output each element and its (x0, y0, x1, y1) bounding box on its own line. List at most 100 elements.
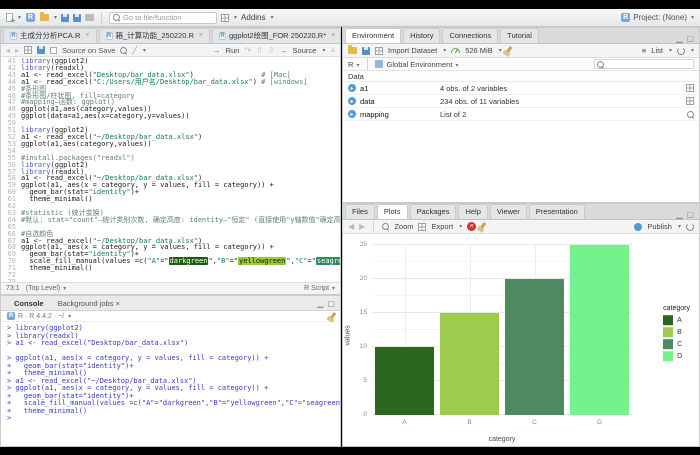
publish-caret-icon[interactable]: ▾ (678, 223, 681, 230)
scope-selector[interactable]: (Top Level) ▾ (26, 285, 67, 292)
clear-all-plots-icon[interactable] (479, 222, 487, 231)
print-icon[interactable] (85, 14, 94, 21)
panes-caret-icon[interactable]: ▾ (234, 14, 237, 21)
console-dir-caret-icon[interactable]: ▾ (68, 313, 71, 320)
minimize-icon[interactable]: ▁ (317, 299, 323, 308)
tab-console[interactable]: Console (7, 297, 51, 310)
memory-usage-label[interactable]: 526 MiB (465, 46, 493, 55)
export-caret-icon[interactable]: ▾ (459, 223, 462, 230)
zoom-plot-button[interactable]: Zoom (394, 222, 413, 231)
editor-tab[interactable]: Rggplot2绘图_FOR 250220.R*× (212, 28, 340, 43)
source-on-save-checkbox[interactable] (50, 47, 57, 54)
refresh-plot-icon[interactable] (686, 223, 694, 231)
table-view-icon[interactable] (686, 84, 694, 92)
pane-tab-help[interactable]: Help (458, 204, 487, 219)
refresh-caret-icon[interactable]: ▾ (691, 47, 694, 54)
new-project-icon[interactable]: R (26, 13, 35, 22)
workspace-panes-icon[interactable] (221, 14, 229, 22)
legend-label: D (677, 353, 682, 360)
file-type-selector[interactable]: R Script ▾ (304, 285, 335, 292)
new-file-caret-icon[interactable]: ▾ (18, 14, 21, 21)
run-button[interactable]: Run (226, 46, 240, 55)
goto-file-input[interactable]: Go to file/function (109, 12, 217, 24)
export-button[interactable]: Export (431, 222, 453, 231)
close-icon[interactable]: × (116, 299, 120, 308)
environment-search-input[interactable] (594, 59, 694, 69)
table-view-icon[interactable] (686, 97, 694, 105)
source-down-icon[interactable]: ⇩ (268, 46, 275, 55)
pane-tab-files[interactable]: Files (345, 204, 375, 219)
inspect-icon[interactable] (687, 111, 694, 118)
save-workspace-icon[interactable] (362, 47, 370, 55)
source-button[interactable]: Source (293, 46, 317, 55)
maximize-icon[interactable]: ▢ (686, 210, 694, 219)
y-tick-label: 0 (363, 411, 367, 418)
addins-menu[interactable]: Addins (241, 13, 265, 22)
refresh-icon[interactable] (677, 47, 685, 55)
project-menu[interactable]: R Project: (None) ▾ (621, 13, 694, 22)
object-icon: ▸ (348, 84, 356, 92)
close-icon[interactable]: × (199, 32, 203, 39)
previous-plot-icon[interactable]: ◀ (348, 222, 354, 231)
pane-tab-history[interactable]: History (403, 28, 440, 43)
maximize-icon[interactable]: ▢ (686, 34, 694, 43)
magic-wand-icon[interactable]: ╱ (132, 46, 137, 55)
open-file-caret-icon[interactable]: ▾ (54, 14, 57, 21)
tab-background-jobs[interactable]: Background jobs × (51, 297, 127, 310)
editor-tab[interactable]: R主成分分析PCA.R× (3, 28, 97, 43)
environment-object-row[interactable]: ▸a14 obs. of 2 variables (343, 82, 699, 95)
list-caret-icon[interactable]: ▾ (669, 47, 672, 54)
environment-object-row[interactable]: ▸data234 obs. of 11 variables (343, 95, 699, 108)
publish-button[interactable]: Publish (647, 222, 672, 231)
save-source-icon[interactable] (37, 46, 45, 54)
close-icon[interactable]: × (331, 32, 335, 39)
code-line: 61 theme_minimal() (1, 196, 340, 203)
clear-console-icon[interactable] (329, 311, 337, 320)
y-axis-title: values (345, 316, 352, 356)
minimize-icon[interactable]: ▁ (676, 34, 682, 43)
console-line: + theme_minimal() (7, 408, 340, 416)
back-icon[interactable]: ◂ (6, 46, 10, 55)
clear-environment-icon[interactable] (504, 46, 512, 55)
code-editor[interactable]: 41library(ggplot2)42library(readxl)43a1 … (1, 58, 340, 282)
tab-label: 箱_计算功能_250220.R (116, 30, 194, 41)
console-output[interactable]: > library(ggplot2)> library(readxl)> a1 … (1, 323, 340, 446)
editor-tab[interactable]: R箱_计算功能_250220.R× (99, 28, 210, 43)
rerun-icon[interactable]: ↷ (244, 46, 251, 55)
tab-label: Environment (352, 31, 394, 40)
minimize-icon[interactable]: ▁ (676, 210, 682, 219)
forward-icon[interactable]: ▸ (15, 46, 19, 55)
save-icon[interactable] (61, 14, 69, 22)
wand-caret-icon[interactable]: ▾ (143, 47, 146, 54)
next-plot-icon[interactable]: ▶ (359, 222, 365, 231)
pane-tab-tutorial[interactable]: Tutorial (500, 28, 539, 43)
memory-caret-icon[interactable]: ▾ (499, 47, 502, 54)
language-selector[interactable]: R ▾ (348, 60, 360, 69)
load-workspace-icon[interactable] (348, 47, 357, 54)
import-dataset-button[interactable]: Import Dataset (388, 46, 437, 55)
global-environment-dropdown[interactable]: Global Environment ▾ (387, 60, 459, 69)
source-up-icon[interactable]: ⇧ (256, 46, 263, 55)
new-file-icon[interactable] (6, 13, 13, 22)
pane-tab-connections[interactable]: Connections (442, 28, 498, 43)
source-caret-icon[interactable]: ▾ (322, 47, 325, 54)
y-tick-label: 10 (360, 343, 367, 350)
pane-tab-presentation[interactable]: Presentation (529, 204, 585, 219)
pane-tab-packages[interactable]: Packages (410, 204, 457, 219)
find-icon[interactable] (120, 47, 127, 54)
plots-toolbar-divider (373, 221, 374, 233)
pane-tab-environment[interactable]: Environment (345, 28, 401, 43)
import-caret-icon[interactable]: ▾ (443, 47, 446, 54)
pane-tab-viewer[interactable]: Viewer (490, 204, 527, 219)
remove-plot-button[interactable]: × (467, 222, 476, 231)
maximize-icon[interactable]: ▢ (327, 299, 335, 308)
environment-object-row[interactable]: ▸mappingList of 2 (343, 108, 699, 121)
addins-caret-icon[interactable]: ▾ (271, 14, 274, 21)
popout-icon[interactable] (24, 46, 32, 54)
outline-icon[interactable]: ≡ (330, 46, 335, 55)
list-view-dropdown[interactable]: List (651, 46, 663, 55)
pane-tab-plots[interactable]: Plots (377, 204, 408, 219)
close-icon[interactable]: × (85, 32, 89, 39)
open-file-icon[interactable] (40, 14, 49, 21)
save-all-icon[interactable] (73, 14, 81, 22)
